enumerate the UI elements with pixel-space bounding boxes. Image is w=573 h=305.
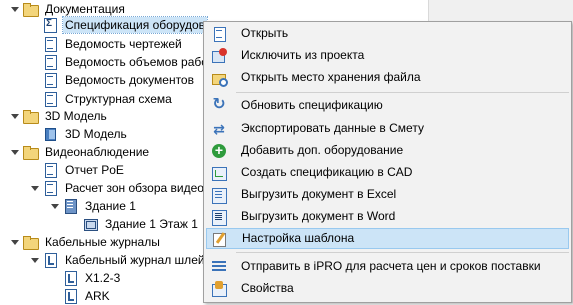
template-icon <box>212 231 228 247</box>
document-icon <box>42 72 58 88</box>
tree-item-drawings-list[interactable]: Ведомость чертежей <box>42 35 184 53</box>
expand-arrow-icon[interactable] <box>8 0 22 18</box>
tree-item-label: Расчет зон обзора видео <box>65 181 204 195</box>
expand-arrow-icon[interactable] <box>8 233 22 251</box>
tree-item-label: Видеонаблюдение <box>45 145 150 159</box>
menu-item-label: Отправить в iPRO для расчета цен и сроко… <box>241 259 541 273</box>
excel-icon <box>211 187 227 204</box>
tree-item-label: Здание 1 <box>85 199 136 213</box>
properties-icon <box>211 280 227 297</box>
word-icon <box>211 209 227 226</box>
journal-icon <box>62 270 78 286</box>
menu-item-open-file-location[interactable]: Открыть место хранения файла <box>206 67 569 88</box>
folder-icon <box>22 144 39 160</box>
tree-item-label: Кабельный журнал шлей <box>65 253 205 267</box>
tree-item-label: Документация <box>45 2 125 16</box>
menu-item-label: Выгрузить документ в Word <box>241 209 396 223</box>
journal-icon <box>62 288 78 304</box>
document-icon <box>42 91 58 107</box>
cube-icon <box>42 126 58 142</box>
floor-icon <box>82 216 98 232</box>
folder-search-icon <box>211 70 228 87</box>
menu-item-add-equipment[interactable]: Добавить доп. оборудование <box>206 140 569 161</box>
menu-item-label: Свойства <box>241 281 294 295</box>
tree-item-label: ARK <box>85 289 110 303</box>
document-icon <box>42 180 58 196</box>
folder-icon <box>22 108 39 124</box>
document-icon <box>42 162 58 178</box>
menu-item-label: Открыть место хранения файла <box>241 70 421 84</box>
tree-item-label: Ведомость документов <box>65 73 194 87</box>
expand-arrow-icon[interactable] <box>8 143 22 161</box>
expand-arrow-icon[interactable] <box>28 179 42 197</box>
menu-item-label: Настройка шаблона <box>242 231 355 245</box>
open-icon <box>211 26 227 42</box>
menu-item-export-estimate[interactable]: Экспортировать данные в Смету <box>206 118 569 139</box>
menu-item-export-excel[interactable]: Выгрузить документ в Excel <box>206 184 569 205</box>
document-icon <box>42 54 58 70</box>
tree-item-3d-model[interactable]: 3D Модель <box>42 125 129 143</box>
folder-icon <box>22 1 39 17</box>
refresh-icon <box>211 96 227 114</box>
add-icon <box>211 143 227 159</box>
menu-item-label: Выгрузить документ в Excel <box>241 187 397 201</box>
tree-item-label: Кабельные журналы <box>45 235 160 249</box>
menu-item-exclude[interactable]: Исключить из проекта <box>206 45 569 66</box>
folder-icon <box>22 234 39 250</box>
menu-item-label: Добавить доп. оборудование <box>241 143 404 157</box>
tree-item-volumes-list[interactable]: Ведомость объемов рабо <box>42 53 210 71</box>
tree-item-label: Ведомость чертежей <box>65 37 182 51</box>
tree-item-video-surveillance[interactable]: Видеонаблюдение <box>8 143 151 161</box>
menu-item-create-cad-spec[interactable]: Создать спецификацию в CAD <box>206 162 569 183</box>
tree-item-label: Отчет PoE <box>65 163 124 177</box>
context-menu: Открыть Исключить из проекта Открыть мес… <box>203 21 572 303</box>
journal-icon <box>42 252 58 268</box>
tree-item-cable-journal-loop[interactable]: Кабельный журнал шлей <box>28 251 207 269</box>
tree-item-label: Здание 1 Этаж 1 <box>105 217 198 231</box>
tree-item-cable-journals[interactable]: Кабельные журналы <box>8 233 162 251</box>
menu-item-send-ipro[interactable]: Отправить в iPRO для расчета цен и сроко… <box>206 256 569 277</box>
specification-icon <box>42 17 58 33</box>
tree-item-specification[interactable]: Спецификация оборудов <box>42 16 208 34</box>
tree-item-building-1-floor-1[interactable]: Здание 1 Этаж 1 <box>82 215 200 233</box>
tree-item-building-1[interactable]: Здание 1 <box>48 197 138 215</box>
export-icon <box>211 120 227 138</box>
expand-arrow-icon[interactable] <box>28 251 42 269</box>
menu-item-label: Исключить из проекта <box>241 48 365 62</box>
menu-item-label: Экспортировать данные в Смету <box>241 121 424 135</box>
tree-item-label: Ведомость объемов рабо <box>65 55 208 69</box>
tree-item-structural-scheme[interactable]: Структурная схема <box>42 90 174 108</box>
tree-item-x1-2-3[interactable]: X1.2-3 <box>62 269 122 287</box>
menu-item-refresh-spec[interactable]: Обновить спецификацию <box>206 95 569 116</box>
tree-item-ark[interactable]: ARK <box>62 287 112 305</box>
document-icon <box>42 36 58 52</box>
menu-separator <box>236 252 569 253</box>
menu-item-label: Открыть <box>241 26 289 40</box>
menu-separator <box>236 92 569 93</box>
cad-icon <box>211 165 227 181</box>
expand-arrow-icon[interactable] <box>48 197 62 215</box>
tree-item-view-zones[interactable]: Расчет зон обзора видео <box>28 179 206 197</box>
menu-item-template-settings[interactable]: Настройка шаблона <box>206 228 569 249</box>
tree-item-label: 3D Модель <box>45 109 107 123</box>
building-icon <box>62 198 78 214</box>
ipro-icon <box>211 259 227 275</box>
tree-item-label: 3D Модель <box>65 127 127 141</box>
tree-item-poe-report[interactable]: Отчет PoE <box>42 161 126 179</box>
tree-item-label: Спецификация оборудов <box>62 16 208 34</box>
menu-item-label: Создать спецификацию в CAD <box>241 165 413 179</box>
expand-arrow-icon[interactable] <box>8 107 22 125</box>
tree-item-label: Структурная схема <box>65 92 172 106</box>
menu-item-open[interactable]: Открыть <box>206 23 569 44</box>
tree-item-label: X1.2-3 <box>85 271 121 285</box>
tree-item-3d-model-folder[interactable]: 3D Модель <box>8 107 109 125</box>
menu-item-properties[interactable]: Свойства <box>206 278 569 299</box>
tree-item-documents-list[interactable]: Ведомость документов <box>42 71 196 89</box>
menu-item-label: Обновить спецификацию <box>241 98 383 112</box>
exclude-icon <box>211 47 227 64</box>
menu-item-export-word[interactable]: Выгрузить документ в Word <box>206 206 569 227</box>
